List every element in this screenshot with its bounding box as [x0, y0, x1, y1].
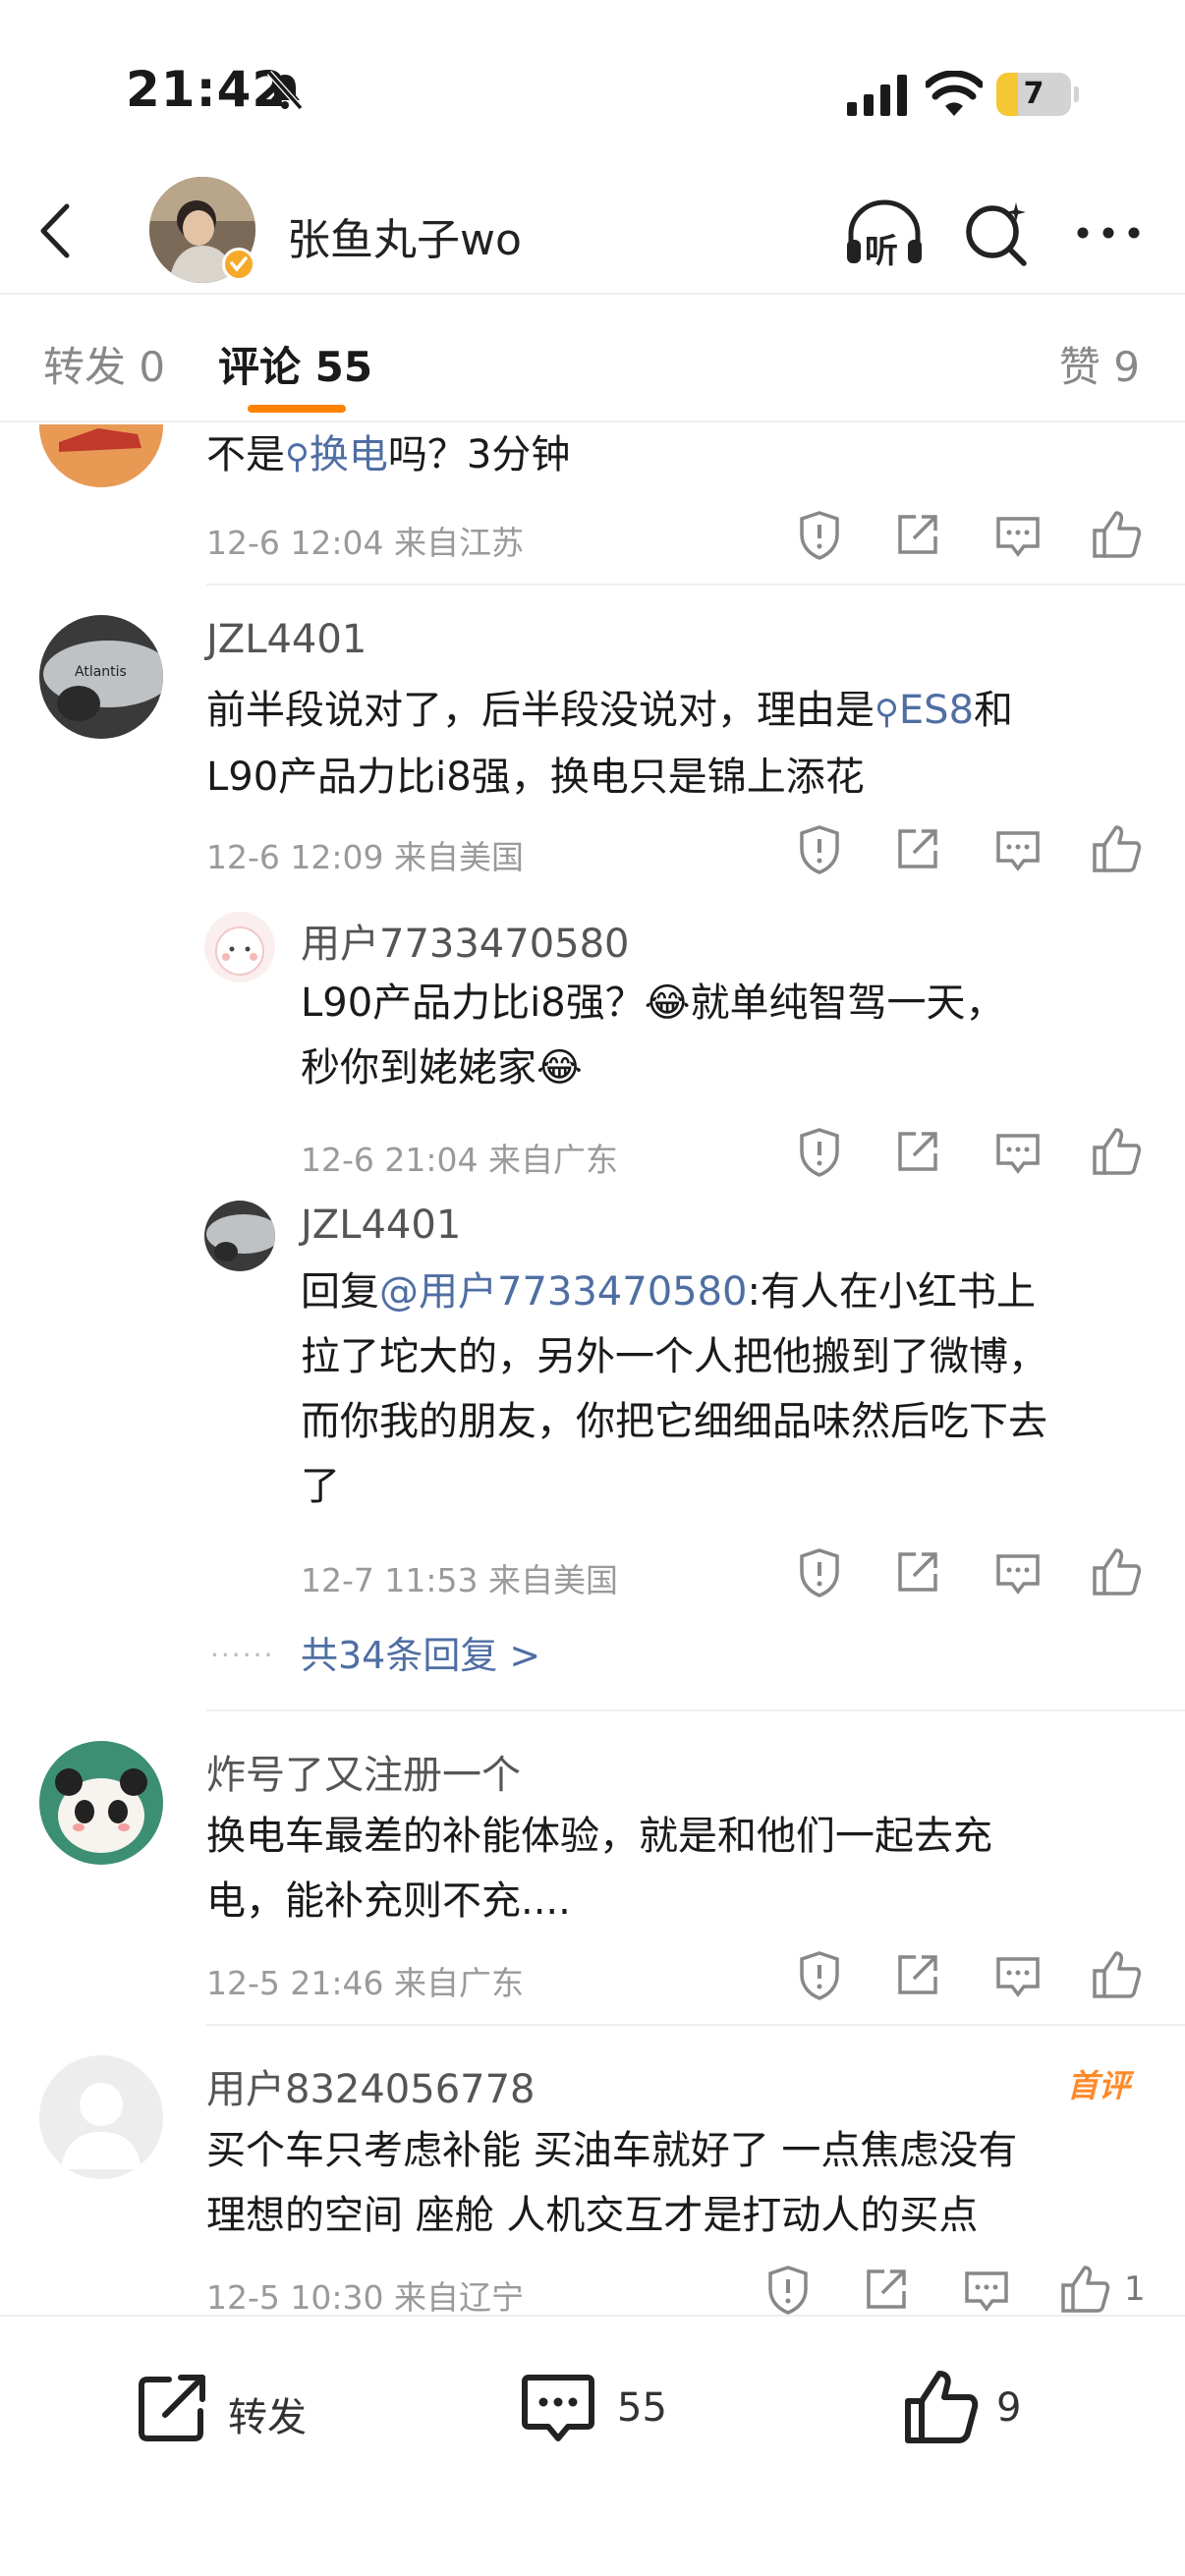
report-icon[interactable] — [792, 1124, 847, 1179]
battery-level: 7 — [1023, 77, 1044, 111]
like-icon[interactable] — [1089, 821, 1144, 876]
like-icon[interactable] — [1089, 1544, 1144, 1599]
comment-text: 前半段说对了，后半段没说对，理由是⚲ES8和 L90产品力比i8强，换电只是锦上… — [206, 688, 1014, 800]
like-icon[interactable] — [1089, 1124, 1144, 1179]
search-icon: ⚲ — [285, 437, 310, 476]
comment-divider — [206, 2024, 1185, 2026]
hashtag-link[interactable]: ⚲换电 — [285, 432, 388, 477]
report-icon[interactable] — [792, 507, 847, 562]
search-icon[interactable] — [961, 198, 1032, 269]
hashtag-link[interactable]: ⚲ES8 — [875, 688, 974, 733]
report-icon[interactable] — [792, 821, 847, 876]
reply-icon[interactable] — [990, 821, 1045, 876]
repost-label: 转发 — [228, 2395, 307, 2440]
laughing-emoji: 😂 — [536, 1045, 583, 1091]
tab-comments[interactable]: 评论 55 — [218, 334, 372, 394]
avatar[interactable] — [39, 2055, 163, 2179]
like-icon — [905, 2371, 979, 2443]
wifi-icon — [926, 71, 983, 116]
comment-count: 55 — [617, 2385, 667, 2431]
share-icon[interactable] — [890, 1544, 945, 1599]
repost-icon — [139, 2375, 205, 2441]
more-options-icon[interactable] — [1073, 218, 1144, 248]
like-count: 9 — [996, 2385, 1022, 2431]
comment-divider — [206, 584, 1185, 586]
more-replies-link[interactable]: 共34条回复 > — [301, 1625, 540, 1679]
reply-meta: 12-6 21:04 来自广东 — [301, 1141, 618, 1179]
avatar[interactable] — [39, 424, 163, 487]
listen-label: 听 — [865, 232, 898, 271]
reply-icon[interactable] — [990, 1544, 1045, 1599]
repost-button[interactable]: 转发 — [134, 2368, 350, 2446]
comment-actions — [792, 821, 1146, 880]
share-icon[interactable] — [890, 1124, 945, 1179]
reply-username[interactable]: 用户7733470580 — [301, 912, 630, 969]
tab-bar: 转发 0 评论 55 赞 9 — [0, 295, 1185, 422]
like-button[interactable]: 9 — [902, 2368, 1059, 2446]
reply-text: L90产品力比i8强？😂就单纯智驾一天， 秒你到姥姥家😂 — [301, 980, 1005, 1091]
comment-text: 不是⚲换电吗？3分钟 — [206, 432, 571, 477]
comment-icon — [522, 2375, 594, 2441]
search-icon: ⚲ — [875, 693, 899, 732]
reply-icon[interactable] — [990, 507, 1045, 562]
comment-username[interactable]: JZL4401 — [206, 617, 367, 662]
back-button[interactable] — [29, 196, 88, 265]
reply-avatar[interactable] — [204, 912, 275, 982]
bottom-action-bar: 转发 55 9 — [0, 2315, 1185, 2576]
bell-muted-icon — [266, 71, 304, 110]
comment-meta: 12-5 10:30 来自辽宁 — [206, 2278, 524, 2316]
reply-meta: 12-7 11:53 来自美国 — [301, 1561, 618, 1599]
reply-avatar[interactable] — [204, 1201, 275, 1271]
share-icon[interactable] — [890, 1947, 945, 2002]
comment-divider — [206, 1709, 1185, 1711]
reply-actions — [792, 1544, 1146, 1603]
reply-text: 回复@用户7733470580:有人在小红书上 拉了坨大的，另外一个人把他搬到了… — [301, 1269, 1047, 1509]
comment-meta: 12-6 12:09 来自美国 — [206, 838, 524, 876]
share-icon[interactable] — [890, 821, 945, 876]
share-icon[interactable] — [890, 507, 945, 562]
author-name[interactable]: 张鱼丸子wo — [287, 204, 522, 267]
status-bar: 21:42 7 — [0, 0, 1185, 187]
comment-text: 买个车只考虑补能 买油车就好了 一点焦虑没有 理想的空间 座舱 人机交互才是打动… — [206, 2128, 1018, 2238]
svg-text:Atlantis: Atlantis — [75, 664, 127, 680]
listen-button[interactable]: 听 — [843, 198, 926, 271]
report-icon[interactable] — [792, 1947, 847, 2002]
report-icon[interactable] — [761, 2262, 816, 2316]
comment-text: 换电车最差的补能体验，就是和他们一起去充 电，能补充则不充.... — [206, 1814, 992, 1924]
comment-button[interactable]: 55 — [519, 2368, 715, 2446]
comment-username[interactable]: 炸号了又注册一个 — [206, 1743, 521, 1800]
tab-active-indicator — [248, 405, 346, 413]
report-icon[interactable] — [792, 1544, 847, 1599]
reply-username[interactable]: JZL4401 — [301, 1203, 461, 1248]
reply-actions — [792, 1124, 1146, 1183]
like-icon[interactable] — [1089, 507, 1144, 562]
first-comment-badge: 首评 — [1067, 2067, 1131, 2104]
comment-actions — [792, 507, 1146, 566]
signal-icon — [847, 75, 907, 116]
battery-indicator: 7 — [996, 73, 1079, 116]
comment-username[interactable]: 用户8324056778 — [206, 2057, 536, 2114]
comment-actions — [792, 1947, 1146, 2006]
reply-icon[interactable] — [990, 1947, 1045, 2002]
comment-meta: 12-6 12:04 来自江苏 — [206, 524, 524, 562]
share-icon[interactable] — [859, 2262, 914, 2316]
reply-icon[interactable] — [990, 1124, 1045, 1179]
like-icon[interactable] — [1089, 1947, 1144, 2002]
more-replies-dots: ······ — [210, 1639, 275, 1671]
tab-likes[interactable]: 赞 9 — [1059, 334, 1140, 394]
avatar[interactable]: Atlantis — [39, 615, 163, 739]
reply-icon[interactable] — [959, 2262, 1014, 2316]
tab-repost[interactable]: 转发 0 — [43, 334, 165, 394]
weibo-header: 张鱼丸子wo 听 — [0, 177, 1185, 295]
like-icon[interactable] — [1057, 2262, 1112, 2316]
comment-list[interactable]: 不是⚲换电吗？3分钟 12-6 12:04 来自江苏 Atlantis JZL4… — [0, 424, 1185, 2316]
verified-badge-icon — [222, 248, 255, 281]
comment-meta: 12-5 21:46 来自广东 — [206, 1964, 524, 2002]
avatar[interactable] — [39, 1741, 163, 1865]
like-count: 1 — [1124, 2269, 1146, 2309]
laughing-emoji: 😂 — [644, 980, 691, 1026]
mention-link[interactable]: @用户7733470580 — [379, 1269, 748, 1315]
comment-actions — [761, 2262, 1114, 2316]
